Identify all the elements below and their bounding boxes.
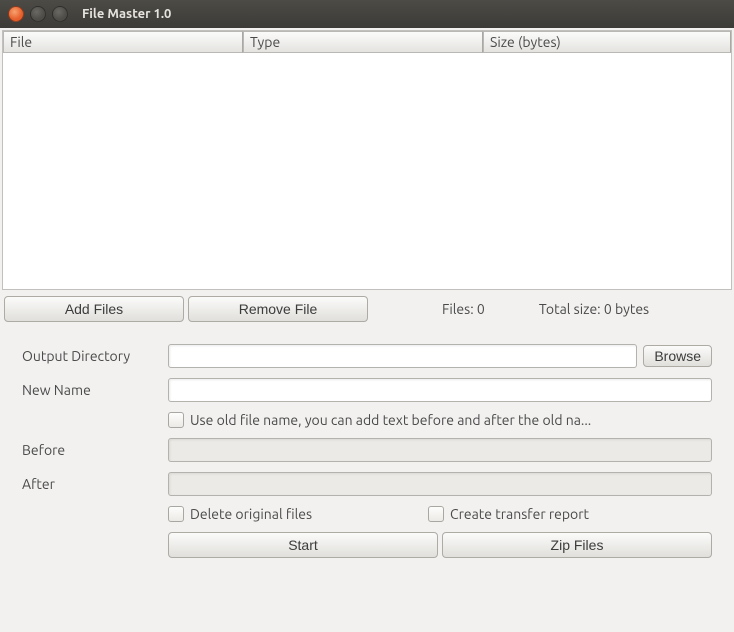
- remove-file-button[interactable]: Remove File: [188, 296, 368, 322]
- column-header-size[interactable]: Size (bytes): [483, 31, 731, 53]
- new-name-label: New Name: [22, 382, 162, 398]
- after-label: After: [22, 476, 162, 492]
- output-directory-label: Output Directory: [22, 348, 162, 364]
- browse-button[interactable]: Browse: [643, 345, 712, 367]
- new-name-input[interactable]: [168, 378, 712, 402]
- form-area: Output Directory Browse New Name Use old…: [0, 326, 734, 558]
- before-input: [168, 438, 712, 462]
- column-header-file[interactable]: File: [3, 31, 243, 53]
- files-count-label: Files: 0: [432, 301, 495, 317]
- after-input: [168, 472, 712, 496]
- total-size-label: Total size: 0 bytes: [529, 301, 659, 317]
- delete-originals-row: Delete original files: [168, 506, 388, 522]
- output-directory-input[interactable]: [168, 344, 637, 368]
- add-files-button[interactable]: Add Files: [4, 296, 184, 322]
- titlebar: File Master 1.0: [0, 0, 734, 28]
- delete-originals-label: Delete original files: [190, 506, 312, 522]
- before-label: Before: [22, 442, 162, 458]
- column-header-type[interactable]: Type: [243, 31, 483, 53]
- maximize-icon[interactable]: [52, 6, 68, 22]
- create-report-row: Create transfer report: [428, 506, 648, 522]
- content: File Type Size (bytes) Add Files Remove …: [0, 28, 734, 632]
- window-title: File Master 1.0: [82, 7, 171, 21]
- use-old-name-label: Use old file name, you can add text befo…: [190, 412, 591, 428]
- table-body[interactable]: [3, 53, 731, 289]
- minimize-icon[interactable]: [30, 6, 46, 22]
- create-report-label: Create transfer report: [450, 506, 589, 522]
- start-button[interactable]: Start: [168, 532, 438, 558]
- zip-files-button[interactable]: Zip Files: [442, 532, 712, 558]
- close-icon[interactable]: [8, 6, 24, 22]
- delete-originals-checkbox[interactable]: [168, 506, 184, 522]
- use-old-name-row: Use old file name, you can add text befo…: [168, 412, 712, 428]
- column-headers: File Type Size (bytes): [3, 31, 731, 53]
- use-old-name-checkbox[interactable]: [168, 412, 184, 428]
- mid-toolbar: Add Files Remove File Files: 0 Total siz…: [0, 292, 734, 326]
- file-table: File Type Size (bytes): [2, 30, 732, 290]
- create-report-checkbox[interactable]: [428, 506, 444, 522]
